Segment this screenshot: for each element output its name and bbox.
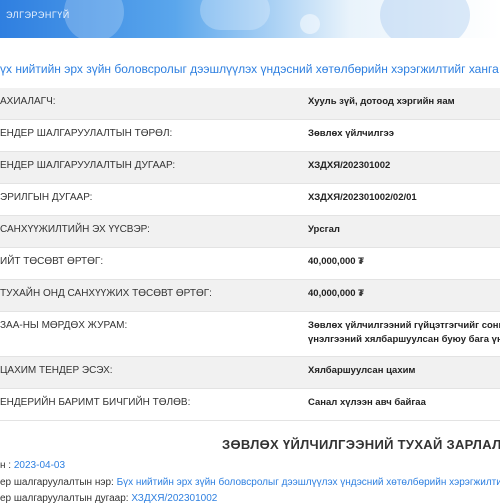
table-row: ЕНДЕР ШАЛГАРУУЛАЛТЫН ДУГААР: ХЗДХЯ/20230…: [0, 152, 500, 184]
tender-title: үх нийтийн эрх зүйн боловсролыг дээшлүүл…: [0, 62, 499, 76]
info-date: н : 2023-04-03: [0, 460, 65, 471]
row-value-continued: үнэлгээний хялбаршуулсан буюу бага үни: [308, 334, 500, 345]
row-value: 40,000,000 ₮: [308, 288, 364, 299]
info-label: ер шалгаруулалтын нэр:: [0, 477, 114, 488]
table-row: САНХҮҮЖИЛТИЙН ЭХ ҮҮСВЭР: Урсгал: [0, 216, 500, 248]
row-value: Зөвлөх үйлчилгээний гүйцэтгэгчийг сонго: [308, 320, 500, 331]
row-value: 40,000,000 ₮: [308, 256, 364, 267]
row-value: Зөвлөх үйлчилгээ: [308, 128, 394, 139]
row-label: ТУХАЙН ОНД САНХҮҮЖИХ ТӨСӨВТ ӨРТӨГ:: [0, 288, 212, 299]
table-row: АХИАЛАГЧ: Хууль зүй, дотоод хэргийн яам: [0, 88, 500, 120]
banner-decoration: [200, 0, 270, 30]
info-value: 2023-04-03: [13, 460, 66, 471]
header-banner: ЭЛГЭРЭНГҮЙ: [0, 0, 500, 38]
table-row: ЗАА-НЫ МӨРДӨХ ЖУРАМ: Зөвлөх үйлчилгээний…: [0, 312, 500, 357]
row-label: АХИАЛАГЧ:: [0, 96, 56, 107]
info-label: н :: [0, 460, 12, 471]
row-value: Хууль зүй, дотоод хэргийн яам: [308, 96, 455, 107]
table-row: ЭРИЛГЫН ДУГААР: ХЗДХЯ/202301002/02/01: [0, 184, 500, 216]
row-label: ИЙТ ТӨСӨВТ ӨРТӨГ:: [0, 256, 104, 267]
table-row: ЕНДЕРИЙН БАРИМТ БИЧГИЙН ТӨЛӨВ: Санал хүл…: [0, 389, 500, 421]
row-value: Хялбаршуулсан цахим: [308, 365, 416, 376]
table-row: ИЙТ ТӨСӨВТ ӨРТӨГ: 40,000,000 ₮: [0, 248, 500, 280]
row-label: ЕНДЕР ШАЛГАРУУЛАЛТЫН ДУГААР:: [0, 160, 176, 171]
info-name: ер шалгаруулалтын нэр: Бүх нийтийн эрх з…: [0, 477, 500, 488]
row-value: ХЗДХЯ/202301002: [308, 160, 391, 171]
row-label: ЕНДЕРИЙН БАРИМТ БИЧГИЙН ТӨЛӨВ:: [0, 397, 191, 408]
info-number: ер шалгаруулалтын дугаар: ХЗДХЯ/20230100…: [0, 493, 217, 504]
banner-decoration: [300, 14, 320, 34]
row-label: ЦАХИМ ТЕНДЕР ЭСЭХ:: [0, 365, 113, 376]
row-value: Санал хүлээн авч байгаа: [308, 397, 426, 408]
info-value: ХЗДХЯ/202301002: [131, 493, 218, 504]
table-row: ЦАХИМ ТЕНДЕР ЭСЭХ: Хялбаршуулсан цахим: [0, 357, 500, 389]
banner-decoration: [380, 0, 470, 38]
info-label: ер шалгаруулалтын дугаар:: [0, 493, 129, 504]
row-label: ЭРИЛГЫН ДУГААР:: [0, 192, 93, 203]
tender-details-table: АХИАЛАГЧ: Хууль зүй, дотоод хэргийн яам …: [0, 88, 500, 421]
table-row: ТУХАЙН ОНД САНХҮҮЖИХ ТӨСӨВТ ӨРТӨГ: 40,00…: [0, 280, 500, 312]
row-value: ХЗДХЯ/202301002/02/01: [308, 192, 417, 203]
banner-text: ЭЛГЭРЭНГҮЙ: [6, 10, 70, 20]
info-value: Бүх нийтийн эрх зүйн боловсролыг дээшлүү…: [116, 477, 500, 488]
row-value: Урсгал: [308, 224, 340, 235]
table-row: ЕНДЕР ШАЛГАРУУЛАЛТЫН ТӨРӨЛ: Зөвлөх үйлчи…: [0, 120, 500, 152]
row-label: ЗАА-НЫ МӨРДӨХ ЖУРАМ:: [0, 320, 128, 331]
section-title: ЗӨВЛӨХ ҮЙЛЧИЛГЭЭНИЙ ТУХАЙ ЗАРЛАЛ: [222, 437, 500, 452]
row-label: САНХҮҮЖИЛТИЙН ЭХ ҮҮСВЭР:: [0, 224, 150, 235]
banner-decoration: [64, 0, 124, 38]
row-label: ЕНДЕР ШАЛГАРУУЛАЛТЫН ТӨРӨЛ:: [0, 128, 173, 139]
